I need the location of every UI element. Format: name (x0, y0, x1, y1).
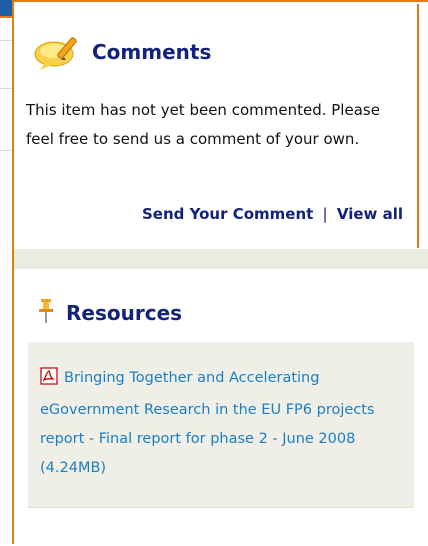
resources-header: Resources (38, 299, 182, 327)
resources-box: Resources Bringing Together and Accelera… (14, 269, 428, 546)
resource-link[interactable]: Bringing Together and Accelerating eGove… (40, 364, 400, 483)
comments-icon (34, 30, 84, 74)
view-all-link[interactable]: View all (337, 205, 403, 223)
resource-item: Bringing Together and Accelerating eGove… (28, 342, 414, 508)
comments-message: This item has not yet been commented. Pl… (26, 101, 380, 148)
comments-links: Send Your Comment | View all (142, 205, 403, 223)
send-comment-link[interactable]: Send Your Comment (142, 205, 313, 223)
resource-link-label[interactable]: Bringing Together and Accelerating eGove… (40, 370, 375, 476)
section-separator-band (14, 249, 428, 269)
resources-title: Resources (66, 301, 183, 325)
comments-header: Comments (34, 30, 211, 74)
pushpin-icon (38, 299, 54, 327)
comments-title: Comments (92, 40, 212, 64)
link-separator: | (322, 205, 328, 223)
background-page-strip (0, 0, 14, 544)
comments-box: Comments This item has not yet been comm… (14, 4, 419, 248)
pdf-icon (40, 367, 58, 396)
sidebar-panel: Comments This item has not yet been comm… (14, 0, 428, 546)
